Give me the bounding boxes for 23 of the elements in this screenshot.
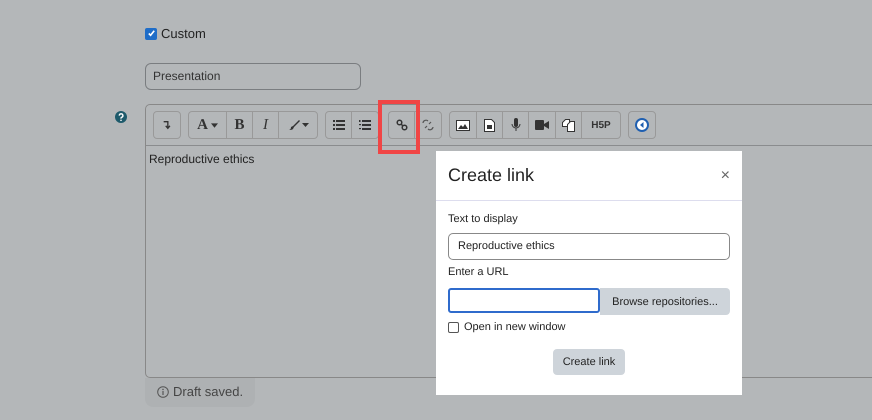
checkbox-label: Custom bbox=[161, 26, 206, 41]
browse-button[interactable]: Browse repositories... bbox=[600, 288, 730, 315]
dialog-title: Create link bbox=[448, 165, 534, 186]
text-field[interactable]: Presentation bbox=[145, 63, 361, 90]
close-button[interactable]: × bbox=[720, 166, 730, 184]
brush-icon bbox=[287, 119, 309, 131]
checkbox[interactable] bbox=[448, 322, 459, 332]
checkbox[interactable] bbox=[145, 28, 157, 40]
field-label: Enter a URL bbox=[448, 266, 510, 278]
font-button[interactable]: A bbox=[189, 112, 227, 138]
italic-button[interactable]: I bbox=[253, 112, 279, 138]
checkbox-label: Open in new window bbox=[464, 321, 566, 333]
field-label: Text to display bbox=[448, 213, 519, 225]
bold-button[interactable]: B bbox=[227, 112, 253, 138]
url-field[interactable] bbox=[448, 288, 600, 313]
caret-icon bbox=[210, 122, 218, 128]
help-icon[interactable] bbox=[115, 111, 127, 123]
draft-status-text: Draft saved. bbox=[173, 384, 244, 399]
create-link-button[interactable]: Create link bbox=[552, 349, 626, 375]
text-field[interactable]: Reproductive ethics bbox=[448, 233, 730, 260]
editor-text: Reproductive ethics bbox=[149, 152, 254, 166]
highlight-frame bbox=[378, 100, 420, 154]
info-icon bbox=[157, 386, 169, 398]
